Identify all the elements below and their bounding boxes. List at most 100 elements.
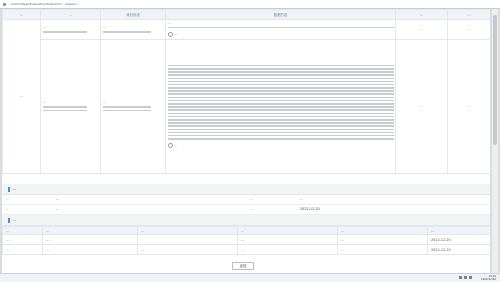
radio-icon [167,31,173,37]
option-label: … [173,143,177,148]
option-radio[interactable]: … [167,143,177,149]
option-label: … [173,32,177,37]
text-line [167,134,394,137]
text-line [167,128,394,131]
status-cell: … [395,39,448,174]
info-label: … [246,195,296,205]
header-cell: … [447,9,490,20]
record-cell: … [337,244,428,255]
header-cell: … [137,226,238,235]
record-cell: … [237,234,338,245]
header-cell: … [427,226,490,235]
taskbar-clock[interactable]: 19:49 2022/12/20 [481,275,496,282]
table-row: … … … … … … … [2,19,490,174]
text-line [167,99,394,102]
text-line [167,138,394,140]
url-text[interactable]: …/AdminPage/Evaluation/Detail?id=…&type=… [8,2,80,6]
text-line [167,103,394,105]
text-line [42,106,88,108]
text-line [167,64,394,67]
info-label: … [2,195,52,205]
text-line [102,106,152,108]
text-line [167,96,394,99]
records-table-header: … … … … … … [2,226,490,235]
text-line [167,109,394,111]
header-cell: 检测方法 [165,9,396,20]
table-row: … … … … … [3,39,490,174]
page-content: … … 评分办法 检测方法 … … … … … … … … … … … … … … [2,9,490,273]
header-cell: … [2,226,43,235]
score-cell: … [447,39,490,174]
table-row: … … … … … 2022-12-20 [2,244,490,255]
item-cell: … [40,19,101,40]
header-cell: … [2,9,41,20]
record-cell: … [42,244,138,255]
info-value: … [52,205,246,215]
browser-address-bar[interactable]: …/AdminPage/Evaluation/Detail?id=…&type=… [0,0,500,9]
score-cell: … [447,19,490,40]
record-cell: … [137,244,238,255]
tray-icons [459,276,472,279]
record-cell: … [2,234,43,245]
text-line [167,87,394,89]
text-line [42,31,88,33]
standard-cell: … [100,19,166,40]
text-line [102,31,152,33]
status-cell: … [395,19,448,40]
text-line [167,26,394,29]
record-cell: … [42,234,138,245]
detail-text: … [167,20,171,25]
detail-cell: … … [165,19,396,40]
header-cell: … [237,226,338,235]
text-line [167,67,394,70]
text-line [167,118,394,121]
text-line [167,77,394,80]
back-button[interactable]: 返回 [232,262,254,270]
text-line [167,74,394,76]
text-line [167,71,394,73]
vertical-scrollbar[interactable] [492,9,498,273]
text-line [167,80,394,83]
text-line [167,90,394,92]
header-cell: 评分办法 [100,9,166,20]
table-row: … … … … 2022-12-20 [2,234,490,245]
records-table: … … … … … … … … … … 2022-12-20 … … … … …… [2,226,490,255]
radio-icon [167,143,173,149]
evaluation-table: … … 评分办法 检测方法 … … … … … … … … … … … … … … [2,9,490,174]
category-cell: … [2,19,41,174]
standard-cell: … [100,39,166,174]
text-line [167,93,394,96]
info-label: … [2,205,52,215]
item-text: … [42,100,46,105]
item-cell: … [40,39,101,174]
scrollbar-thumb[interactable] [493,15,497,145]
info-label: … [246,205,296,215]
text-line [167,131,394,134]
header-cell: … [40,9,101,20]
text-line [102,109,152,112]
record-cell: … [2,244,43,255]
header-cell: … [395,9,448,20]
record-cell: 2022-12-20 [427,234,490,245]
text-line [167,112,394,115]
option-radio[interactable]: … [167,31,177,37]
info-value: … [296,195,490,205]
lock-icon [3,2,6,6]
text-line [42,109,88,112]
volume-icon[interactable] [464,276,467,279]
record-cell: … [237,244,338,255]
text-line [167,122,394,124]
text-line [167,106,394,108]
standard-text: … [102,24,106,29]
header-cell: … [42,226,138,235]
input-method-icon[interactable] [469,276,472,279]
record-cell: … [337,234,428,245]
section-title-info: … [2,184,490,195]
section-title-records: … [2,215,490,226]
network-icon[interactable] [459,276,462,279]
text-line [167,125,394,127]
item-text: … [42,24,46,29]
record-cell: 2022-12-20 [427,244,490,255]
info-grid: … … … … … … … 2022-12-20 [2,195,490,215]
